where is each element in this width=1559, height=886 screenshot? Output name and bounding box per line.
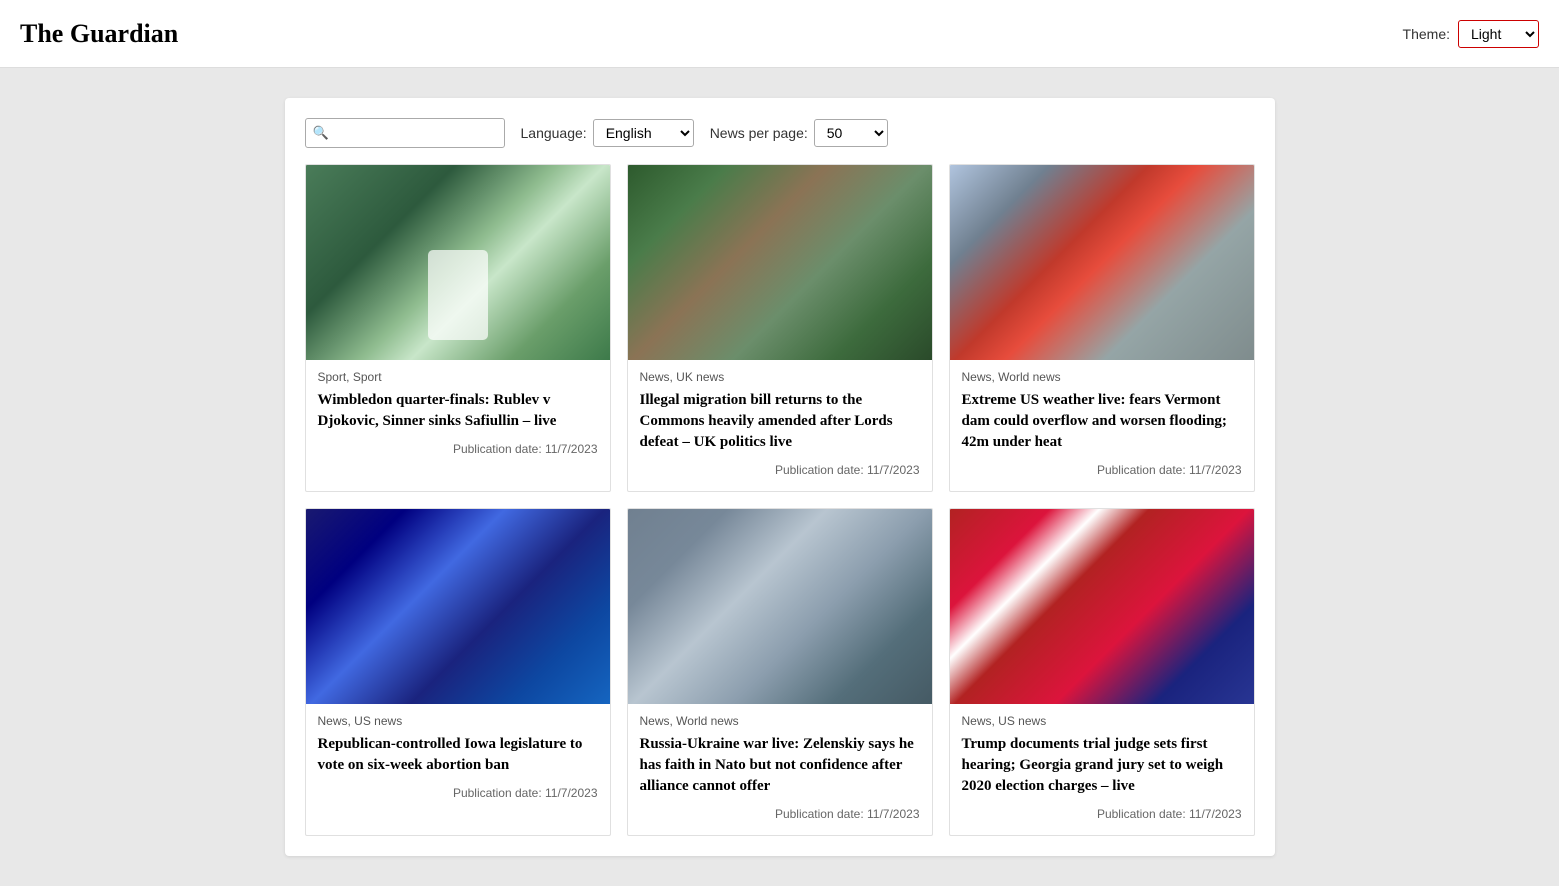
news-card[interactable]: News, World news Extreme US weather live… [949, 164, 1255, 492]
card-content: News, UK news Illegal migration bill ret… [628, 360, 932, 491]
card-image-wrap [628, 165, 932, 360]
card-title: Trump documents trial judge sets first h… [962, 734, 1242, 797]
card-date: Publication date: 11/7/2023 [318, 442, 598, 456]
header: The Guardian Theme: Light Dark [0, 0, 1559, 68]
news-card[interactable]: News, US news Trump documents trial judg… [949, 508, 1255, 836]
card-image [628, 509, 932, 704]
perpage-select[interactable]: 10 25 50 100 [814, 119, 888, 147]
news-card[interactable]: Sport, Sport Wimbledon quarter-finals: R… [305, 164, 611, 492]
card-title: Republican-controlled Iowa legislature t… [318, 734, 598, 776]
card-title: Wimbledon quarter-finals: Rublev v Djoko… [318, 390, 598, 432]
card-image-wrap [628, 509, 932, 704]
card-image-wrap [306, 165, 610, 360]
card-image [950, 509, 1254, 704]
card-image-wrap [306, 509, 610, 704]
perpage-control: News per page: 10 25 50 100 [710, 119, 888, 147]
card-title: Russia-Ukraine war live: Zelenskiy says … [640, 734, 920, 797]
news-card[interactable]: News, US news Republican-controlled Iowa… [305, 508, 611, 836]
page-body: 🔍 Language: English French German Spanis… [0, 68, 1559, 886]
language-control: Language: English French German Spanish [521, 119, 694, 147]
theme-label: Theme: [1403, 26, 1450, 42]
card-content: Sport, Sport Wimbledon quarter-finals: R… [306, 360, 610, 470]
card-image-wrap [950, 165, 1254, 360]
language-label: Language: [521, 125, 587, 141]
card-image [950, 165, 1254, 360]
language-select[interactable]: English French German Spanish [593, 119, 694, 147]
perpage-label: News per page: [710, 125, 808, 141]
card-content: News, World news Extreme US weather live… [950, 360, 1254, 491]
card-date: Publication date: 11/7/2023 [962, 463, 1242, 477]
card-image [628, 165, 932, 360]
card-category: News, US news [962, 714, 1242, 728]
card-category: News, UK news [640, 370, 920, 384]
card-title: Illegal migration bill returns to the Co… [640, 390, 920, 453]
card-date: Publication date: 11/7/2023 [640, 807, 920, 821]
card-title: Extreme US weather live: fears Vermont d… [962, 390, 1242, 453]
theme-control: Theme: Light Dark [1403, 20, 1539, 48]
card-date: Publication date: 11/7/2023 [962, 807, 1242, 821]
theme-select[interactable]: Light Dark [1458, 20, 1539, 48]
search-input[interactable] [305, 118, 505, 148]
news-card[interactable]: News, World news Russia-Ukraine war live… [627, 508, 933, 836]
card-date: Publication date: 11/7/2023 [318, 786, 598, 800]
main-container: 🔍 Language: English French German Spanis… [285, 98, 1275, 856]
card-image [306, 509, 610, 704]
card-content: News, World news Russia-Ukraine war live… [628, 704, 932, 835]
card-date: Publication date: 11/7/2023 [640, 463, 920, 477]
search-wrapper: 🔍 [305, 118, 505, 148]
news-grid: Sport, Sport Wimbledon quarter-finals: R… [305, 164, 1255, 836]
search-icon: 🔍 [313, 125, 329, 141]
card-category: Sport, Sport [318, 370, 598, 384]
card-category: News, World news [640, 714, 920, 728]
card-content: News, US news Republican-controlled Iowa… [306, 704, 610, 814]
card-image-wrap [950, 509, 1254, 704]
card-category: News, World news [962, 370, 1242, 384]
card-content: News, US news Trump documents trial judg… [950, 704, 1254, 835]
card-image [306, 165, 610, 360]
controls-bar: 🔍 Language: English French German Spanis… [305, 118, 1255, 148]
card-category: News, US news [318, 714, 598, 728]
news-card[interactable]: News, UK news Illegal migration bill ret… [627, 164, 933, 492]
site-title: The Guardian [20, 19, 178, 49]
